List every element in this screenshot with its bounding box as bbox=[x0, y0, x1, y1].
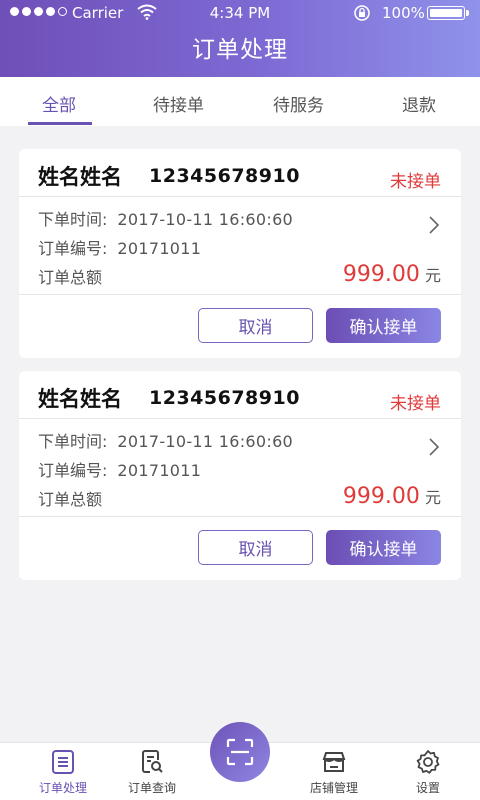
tab-refund[interactable]: 退款 bbox=[402, 91, 436, 116]
order-card-header: 姓名姓名 12345678910 未接单 bbox=[19, 371, 461, 419]
confirm-accept-button[interactable]: 确认接单 bbox=[326, 530, 441, 565]
chevron-right-icon[interactable] bbox=[427, 437, 441, 457]
battery-percent: 100% bbox=[382, 4, 425, 22]
order-time-value: 2017-10-11 16:60:60 bbox=[117, 432, 294, 451]
order-card-header: 姓名姓名 12345678910 未接单 bbox=[19, 149, 461, 197]
nav-label: 店铺管理 bbox=[309, 781, 358, 795]
divider bbox=[19, 294, 461, 295]
order-total: 999.00 元 bbox=[343, 262, 441, 287]
nav-label: 订单处理 bbox=[38, 781, 87, 795]
rotation-lock-icon bbox=[354, 5, 370, 21]
order-number-row: 订单编号: 20171011 bbox=[38, 457, 201, 481]
customer-name: 姓名姓名 bbox=[38, 387, 122, 411]
nav-order-query[interactable]: 订单查询 bbox=[112, 749, 192, 796]
confirm-accept-button[interactable]: 确认接单 bbox=[326, 308, 441, 343]
order-number-label: 订单编号: bbox=[38, 239, 108, 258]
customer-name: 姓名姓名 bbox=[38, 165, 122, 189]
nav-store-management[interactable]: 店铺管理 bbox=[294, 749, 374, 796]
nav-label: 设置 bbox=[415, 781, 440, 795]
gear-icon bbox=[416, 750, 440, 774]
currency-unit: 元 bbox=[424, 488, 441, 507]
order-number-row: 订单编号: 20171011 bbox=[38, 235, 201, 259]
order-status-badge: 未接单 bbox=[390, 394, 441, 414]
order-number-value: 20171011 bbox=[117, 239, 202, 258]
order-filter-tabs: 全部 待接单 待服务 退款 bbox=[0, 77, 480, 126]
chevron-right-icon[interactable] bbox=[427, 215, 441, 235]
cancel-button[interactable]: 取消 bbox=[198, 308, 313, 343]
order-card[interactable]: 姓名姓名 12345678910 未接单 下单时间: 2017-10-11 16:… bbox=[19, 149, 461, 358]
currency-unit: 元 bbox=[424, 266, 441, 285]
order-time-row: 下单时间: 2017-10-11 16:60:60 bbox=[38, 206, 293, 230]
order-total-label: 订单总额 bbox=[38, 268, 103, 287]
customer-phone: 12345678910 bbox=[149, 387, 300, 409]
store-icon bbox=[322, 752, 346, 772]
order-total-label: 订单总额 bbox=[38, 490, 103, 509]
active-tab-indicator bbox=[28, 122, 92, 125]
order-search-icon bbox=[142, 750, 163, 773]
page-title: 订单处理 bbox=[192, 37, 288, 63]
order-total-amount: 999.00 bbox=[342, 262, 420, 287]
tab-pending-accept[interactable]: 待接单 bbox=[153, 91, 204, 116]
tab-pending-service[interactable]: 待服务 bbox=[273, 91, 324, 116]
battery-icon bbox=[427, 6, 469, 20]
cancel-button[interactable]: 取消 bbox=[198, 530, 313, 565]
order-time-value: 2017-10-11 16:60:60 bbox=[117, 210, 294, 229]
order-total: 999.00 元 bbox=[343, 484, 441, 509]
app-header: Carrier 4:34 PM 100% 订单处理 bbox=[0, 0, 480, 77]
order-time-row: 下单时间: 2017-10-11 16:60:60 bbox=[38, 428, 293, 452]
order-number-label: 订单编号: bbox=[38, 461, 108, 480]
scan-icon bbox=[226, 738, 254, 766]
status-bar: Carrier 4:34 PM 100% bbox=[0, 0, 480, 26]
nav-label: 订单查询 bbox=[127, 781, 176, 795]
order-list-icon bbox=[52, 750, 74, 774]
tab-all[interactable]: 全部 bbox=[42, 91, 76, 116]
order-time-label: 下单时间: bbox=[38, 210, 108, 229]
scan-button[interactable] bbox=[210, 722, 270, 782]
customer-phone: 12345678910 bbox=[149, 165, 300, 187]
nav-order-processing[interactable]: 订单处理 bbox=[23, 749, 103, 796]
divider bbox=[19, 516, 461, 517]
order-number-value: 20171011 bbox=[117, 461, 202, 480]
order-total-amount: 999.00 bbox=[342, 484, 420, 509]
nav-settings[interactable]: 设置 bbox=[388, 749, 468, 796]
order-time-label: 下单时间: bbox=[38, 432, 108, 451]
order-card[interactable]: 姓名姓名 12345678910 未接单 下单时间: 2017-10-11 16:… bbox=[19, 371, 461, 580]
order-status-badge: 未接单 bbox=[390, 172, 441, 192]
